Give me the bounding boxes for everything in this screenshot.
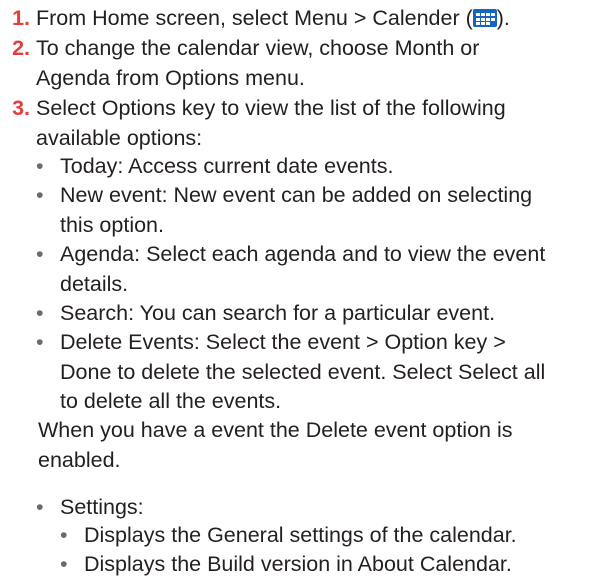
step-number: 1. — [12, 6, 30, 30]
list-item-line: New event: New event can be added on sel… — [60, 183, 533, 207]
bullet-icon: • — [36, 154, 44, 178]
step-text: To change the calendar view, choose Mont… — [36, 34, 596, 93]
settings-label: Settings: — [60, 495, 144, 519]
note-line: enabled. — [38, 447, 121, 472]
bullet-icon: • — [36, 183, 44, 207]
step-text: Select Options key to view the list of t… — [36, 94, 596, 153]
list-item-line: Today: Access current date events. — [60, 154, 394, 178]
list-item-line: Done to delete the selected event. Selec… — [60, 359, 546, 384]
bullet-icon: • — [60, 552, 68, 576]
step-number: 2. — [12, 36, 30, 60]
step-text-part: From Home screen, select Menu > Calender… — [36, 6, 473, 30]
note-line: When you have a event the Delete event o… — [38, 418, 513, 442]
calendar-app-icon — [472, 9, 497, 27]
list-item-line: details. — [60, 271, 129, 296]
bullet-icon: • — [36, 242, 44, 266]
list-item-line: Delete Events: Select the event > Option… — [60, 330, 506, 354]
step-line: Select Options key to view the list of t… — [36, 96, 506, 120]
instruction-page: 1. From Home screen, select Menu > Calen… — [0, 0, 599, 582]
list-item-line: Agenda: Select each agenda and to view t… — [60, 242, 546, 266]
delete-note: When you have a event the Delete event o… — [38, 416, 596, 475]
list-item-line: to delete all the events. — [60, 389, 282, 414]
step-text: From Home screen, select Menu > Calender… — [36, 4, 596, 34]
list-item-line: Search: You can search for a particular … — [60, 301, 496, 325]
step-line: To change the calendar view, choose Mont… — [36, 36, 480, 60]
step-number: 3. — [12, 96, 30, 120]
sub-list-item-line: Displays the General settings of the cal… — [84, 523, 517, 547]
list-item-line: this option. — [60, 212, 164, 237]
step-text-part: ). — [496, 6, 510, 30]
step-line: Agenda from Options menu. — [36, 65, 305, 90]
step-line: available options: — [36, 125, 203, 150]
bullet-icon: • — [36, 301, 44, 325]
bullet-icon: • — [36, 330, 44, 354]
sub-list-item-line: Displays the Build version in About Cale… — [84, 552, 512, 576]
bullet-icon: • — [60, 523, 68, 547]
bullet-icon: • — [36, 495, 44, 519]
